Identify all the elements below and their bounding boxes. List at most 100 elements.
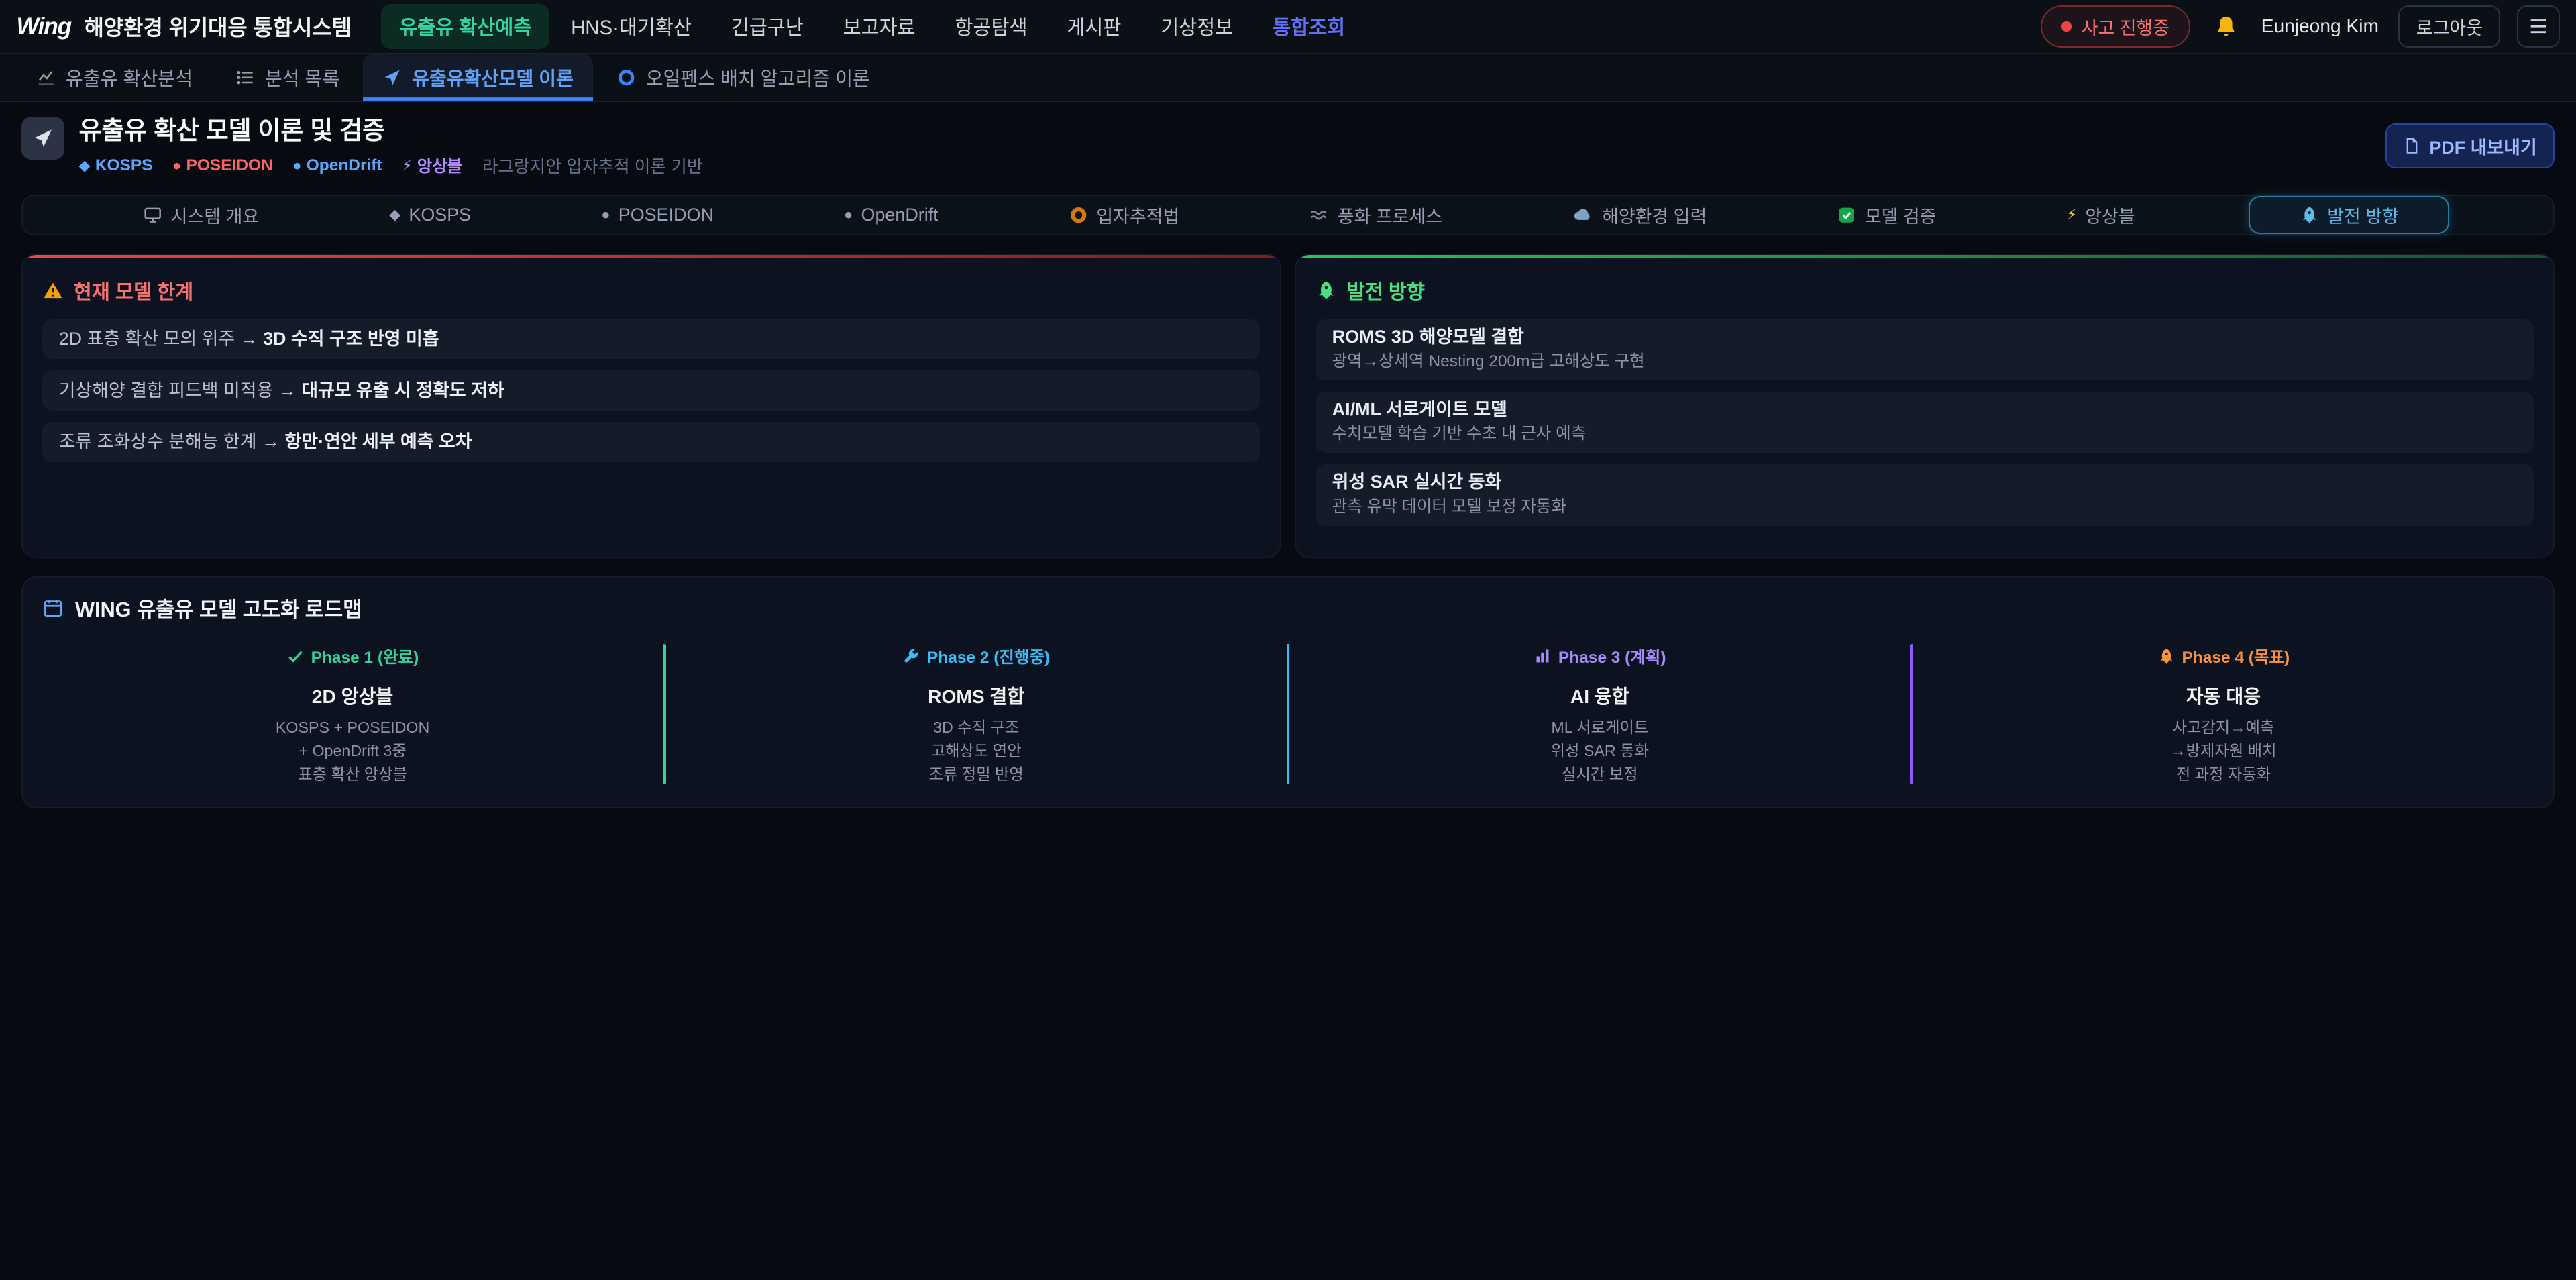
tab-label: 오일펜스 배치 알고리즘 이론 bbox=[646, 64, 870, 91]
check-icon bbox=[286, 647, 305, 665]
tab-label: 분석 목록 bbox=[265, 64, 339, 91]
snav-ensemble[interactable]: ⚡ 앙상블 bbox=[2050, 197, 2151, 233]
hamburger-icon bbox=[2527, 15, 2550, 38]
direction-item: AI/ML 서로게이트 모델 수치모델 학습 기반 수초 내 근사 예측 bbox=[1316, 392, 2534, 453]
phase-2-badge: Phase 2 (진행중) bbox=[902, 645, 1050, 668]
logout-button[interactable]: 로그아웃 bbox=[2398, 5, 2500, 48]
nav-item-oil-spill-prediction[interactable]: 유출유 확산예측 bbox=[381, 4, 549, 48]
snav-particle-tracking[interactable]: 입자추적법 bbox=[1052, 197, 1195, 233]
bar-chart-icon bbox=[1534, 647, 1552, 665]
tab-label: 유출유 확산분석 bbox=[66, 64, 193, 91]
snav-poseidon[interactable]: ● POSEIDON bbox=[585, 200, 731, 231]
phase-1: Phase 1 (완료) 2D 앙상블 KOSPS + POSEIDON + O… bbox=[42, 639, 663, 790]
line-chart-icon bbox=[36, 68, 56, 87]
cursor-icon bbox=[32, 127, 54, 150]
app-title: 해양환경 위기대응 통합시스템 bbox=[85, 11, 352, 42]
direction-item: 위성 SAR 실시간 동화 관측 유막 데이터 모델 보정 자동화 bbox=[1316, 464, 2534, 525]
phase-2: Phase 2 (진행중) ROMS 결합 3D 수직 구조 고해상도 연안 조… bbox=[666, 639, 1287, 790]
app-window: Wing 해양환경 위기대응 통합시스템 유출유 확산예측 HNS·대기확산 긴… bbox=[0, 0, 2576, 1280]
monitor-icon bbox=[143, 205, 162, 225]
tab-spill-analysis[interactable]: 유출유 확산분석 bbox=[16, 54, 212, 101]
hamburger-menu-button[interactable] bbox=[2517, 5, 2560, 48]
rocket-icon bbox=[2157, 647, 2176, 665]
incident-label: 사고 진행중 bbox=[2082, 13, 2169, 40]
development-direction-panel: 발전 방향 ROMS 3D 해양모델 결합 광역→상세역 Nesting 200… bbox=[1295, 254, 2555, 558]
ring-icon bbox=[616, 68, 636, 87]
check-square-icon bbox=[1837, 205, 1856, 225]
rocket-icon bbox=[1316, 280, 1337, 301]
phase-4-badge: Phase 4 (목표) bbox=[2157, 645, 2290, 668]
diamond-icon: ◆ bbox=[389, 206, 400, 223]
warning-icon bbox=[42, 280, 64, 301]
section-nav-bar: 시스템 개요 ◆ KOSPS ● POSEIDON ● OpenDrift 입자… bbox=[21, 195, 2555, 235]
sub-tab-bar: 유출유 확산분석 분석 목록 유출유확산모델 이론 오일펜스 배치 알고리즘 이… bbox=[0, 54, 2576, 102]
snav-model-validation[interactable]: 모델 검증 bbox=[1821, 197, 1953, 233]
badge-kosps: ◆KOSPS bbox=[79, 156, 153, 175]
rocket-icon bbox=[2300, 205, 2319, 225]
content-panels: 현재 모델 한계 2D 표층 확산 모의 위주 → 3D 수직 구조 반영 미흡… bbox=[21, 254, 2555, 558]
snav-weathering-process[interactable]: 풍화 프로세스 bbox=[1293, 197, 1459, 233]
phase-1-badge: Phase 1 (완료) bbox=[286, 645, 419, 668]
directions-header: 발전 방향 bbox=[1316, 276, 2534, 305]
donut-icon bbox=[1069, 205, 1088, 225]
snav-development-direction[interactable]: 발전 방향 bbox=[2249, 196, 2449, 235]
roadmap-title: WING 유출유 모델 고도화 로드맵 bbox=[75, 592, 362, 623]
limitation-item: 조류 조화상수 분해능 한계 → 항만·연안 세부 예측 오차 bbox=[42, 422, 1260, 462]
snav-system-overview[interactable]: 시스템 개요 bbox=[127, 197, 276, 233]
badge-ensemble: ⚡앙상블 bbox=[402, 154, 462, 177]
notification-bell-icon[interactable] bbox=[2214, 14, 2239, 39]
current-model-limitations-panel: 현재 모델 한계 2D 표층 확산 모의 위주 → 3D 수직 구조 반영 미흡… bbox=[21, 254, 1281, 558]
roadmap-header: WING 유출유 모델 고도화 로드맵 bbox=[42, 592, 2534, 623]
main-nav: 유출유 확산예측 HNS·대기확산 긴급구난 보고자료 항공탐색 게시판 기상정… bbox=[381, 4, 1363, 48]
tab-analysis-list[interactable]: 분석 목록 bbox=[215, 54, 359, 101]
page-header: 유출유 확산 모델 이론 및 검증 ◆KOSPS ●POSEIDON ●Open… bbox=[0, 102, 2576, 188]
incident-in-progress-badge[interactable]: 사고 진행중 bbox=[2041, 5, 2190, 48]
wrench-icon bbox=[902, 647, 920, 665]
phase-4: Phase 4 (목표) 자동 대응 사고감지→예측 →방제자원 배치 전 과정… bbox=[1913, 639, 2534, 790]
wing-logo: Wing bbox=[16, 13, 71, 40]
roadmap-phases: Phase 1 (완료) 2D 앙상블 KOSPS + POSEIDON + O… bbox=[42, 639, 2534, 790]
cursor-icon bbox=[382, 68, 402, 87]
bolt-icon: ⚡ bbox=[2067, 206, 2077, 223]
page-icon-box bbox=[21, 117, 64, 160]
limitations-title: 현재 모델 한계 bbox=[74, 276, 193, 305]
nav-item-board[interactable]: 게시판 bbox=[1049, 4, 1139, 48]
page-subtitle: 라그랑지안 입자추적 이론 기반 bbox=[482, 153, 703, 178]
dot-icon: ● bbox=[601, 206, 610, 223]
snav-ocean-environment-input[interactable]: 해양환경 입력 bbox=[1556, 197, 1723, 233]
pdf-export-button[interactable]: PDF 내보내기 bbox=[2385, 123, 2555, 168]
directions-title: 발전 방향 bbox=[1347, 276, 1425, 305]
nav-item-integrated-search[interactable]: 통합조회 bbox=[1254, 4, 1363, 48]
bolt-icon: ⚡ bbox=[402, 157, 412, 174]
dot-icon: ● bbox=[172, 157, 181, 174]
tab-model-theory[interactable]: 유출유확산모델 이론 bbox=[363, 54, 594, 101]
phase-3: Phase 3 (계획) AI 융합 ML 서로게이트 위성 SAR 동화 실시… bbox=[1289, 639, 1910, 790]
page-title: 유출유 확산 모델 이론 및 검증 bbox=[79, 117, 703, 145]
top-navigation-bar: Wing 해양환경 위기대응 통합시스템 유출유 확산예측 HNS·대기확산 긴… bbox=[0, 0, 2576, 54]
snav-kosps[interactable]: ◆ KOSPS bbox=[373, 200, 488, 231]
nav-item-aerial-search[interactable]: 항공탐색 bbox=[937, 4, 1046, 48]
badge-opendrift: ●OpenDrift bbox=[292, 156, 382, 175]
nav-item-weather-info[interactable]: 기상정보 bbox=[1142, 4, 1251, 48]
nav-item-emergency-rescue[interactable]: 긴급구난 bbox=[713, 4, 822, 48]
roadmap-panel: WING 유출유 모델 고도화 로드맵 Phase 1 (완료) 2D 앙상블 … bbox=[21, 576, 2555, 808]
list-icon bbox=[235, 68, 255, 87]
limitation-item: 기상해양 결합 피드백 미적용 → 대규모 유출 시 정확도 저하 bbox=[42, 370, 1260, 410]
nav-item-reports[interactable]: 보고자료 bbox=[825, 4, 934, 48]
dot-icon: ● bbox=[844, 206, 853, 223]
badge-poseidon: ●POSEIDON bbox=[172, 156, 273, 175]
dot-icon: ● bbox=[292, 157, 301, 174]
user-name: Eunjeong Kim bbox=[2261, 15, 2379, 37]
phase-3-badge: Phase 3 (계획) bbox=[1534, 645, 1666, 668]
snav-opendrift[interactable]: ● OpenDrift bbox=[827, 200, 955, 231]
diamond-icon: ◆ bbox=[79, 157, 91, 174]
limitation-item: 2D 표층 확산 모의 위주 → 3D 수직 구조 반영 미흡 bbox=[42, 319, 1260, 359]
limitations-header: 현재 모델 한계 bbox=[42, 276, 1260, 305]
direction-item: ROMS 3D 해양모델 결합 광역→상세역 Nesting 200m급 고해상… bbox=[1316, 319, 2534, 380]
tab-boom-algorithm[interactable]: 오일펜스 배치 알고리즘 이론 bbox=[596, 54, 890, 101]
waves-icon bbox=[1309, 205, 1329, 225]
calendar-icon bbox=[42, 597, 64, 619]
nav-item-hns-diffusion[interactable]: HNS·대기확산 bbox=[553, 4, 710, 48]
cloud-icon bbox=[1572, 204, 1594, 225]
page-title-block: 유출유 확산 모델 이론 및 검증 ◆KOSPS ●POSEIDON ●Open… bbox=[79, 117, 703, 178]
